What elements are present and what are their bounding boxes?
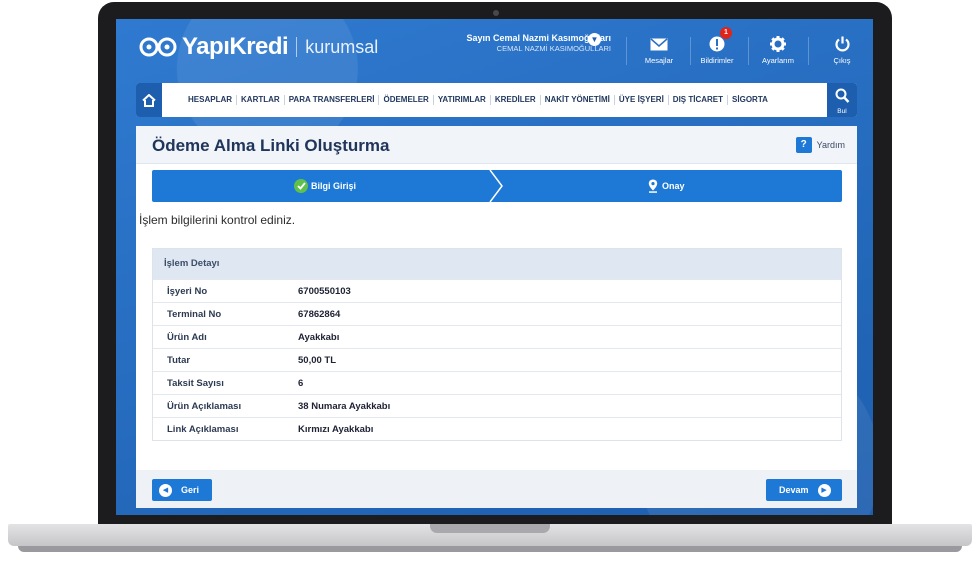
row-value: Kırmızı Ayakkabı [298, 423, 374, 435]
arrow-right-icon: ▶ [817, 483, 831, 497]
help-label: Yardım [816, 140, 845, 150]
arrow-left-icon: ◀ [159, 483, 172, 497]
step-onay: Onay [648, 170, 685, 202]
nav-item-sigorta[interactable]: SİGORTA [728, 95, 772, 105]
nav-item-para-transferleri[interactable]: PARA TRANSFERLERİ [285, 95, 380, 105]
nav-menu: HESAPLAR KARTLAR PARA TRANSFERLERİ ÖDEME… [184, 83, 772, 117]
screen: YapıKredi kurumsal Sayın Cemal Nazmi Kas… [116, 19, 873, 515]
power-icon [834, 36, 850, 52]
header-divider [748, 37, 749, 65]
search-button[interactable]: Bul [827, 83, 857, 117]
brand-logo[interactable]: YapıKredi kurumsal [138, 33, 378, 61]
content-panel: Ödeme Alma Linki Oluşturma ? Yardım Bilg… [136, 126, 857, 508]
row-value: 50,00 TL [298, 354, 337, 366]
user-info[interactable]: Sayın Cemal Nazmi Kasımoğulları CEMAL NA… [446, 33, 611, 53]
main-navigation: HESAPLAR KARTLAR PARA TRANSFERLERİ ÖDEME… [136, 83, 857, 117]
logo-divider [296, 37, 298, 57]
user-company: CEMAL NAZMİ KASIMOĞULLARI [496, 44, 611, 53]
help-button[interactable]: ? Yardım [795, 137, 845, 153]
table-row: Ürün Adı Ayakkabı [153, 325, 841, 348]
yapikredi-logo-icon [139, 37, 177, 57]
continue-button[interactable]: Devam ▶ [766, 479, 842, 501]
messages-button[interactable]: Mesajlar [635, 35, 683, 65]
row-value: Ayakkabı [298, 331, 340, 343]
user-greeting: Sayın Cemal Nazmi Kasımoğulları [466, 33, 611, 43]
home-button[interactable] [136, 83, 162, 117]
nav-item-krediler[interactable]: KREDİLER [491, 95, 541, 105]
table-row: Tutar 50,00 TL [153, 348, 841, 371]
row-label: Ürün Açıklaması [167, 400, 242, 412]
notifications-label: Bildirimler [700, 56, 734, 65]
brand-name: YapıKredi [182, 33, 289, 60]
nav-item-uye-isyeri[interactable]: ÜYE İŞYERİ [615, 95, 669, 105]
check-icon [294, 179, 308, 193]
notifications-button[interactable]: 1 Bildirimler [693, 27, 741, 65]
table-row: Terminal No 67862864 [153, 302, 841, 325]
settings-button[interactable]: Ayarlarım [754, 35, 802, 65]
nav-item-dis-ticaret[interactable]: DIŞ TİCARET [669, 95, 729, 105]
messages-label: Mesajlar [644, 56, 674, 65]
header-divider [808, 37, 809, 65]
row-label: Taksit Sayısı [167, 377, 224, 389]
form-footer: ◀ Geri Devam ▶ [136, 470, 857, 508]
header-divider [626, 37, 627, 65]
laptop-foot [18, 546, 962, 552]
laptop-notch [430, 524, 550, 533]
nav-item-kartlar[interactable]: KARTLAR [237, 95, 285, 105]
logout-label: Çıkış [833, 56, 851, 65]
step-label: Bilgi Girişi [311, 181, 357, 191]
row-label: Terminal No [167, 308, 222, 320]
back-label: Geri [181, 485, 200, 495]
table-row: Ürün Açıklaması 38 Numara Ayakkabı [153, 394, 841, 417]
gear-icon [770, 36, 786, 52]
brand-product: kurumsal [305, 36, 379, 57]
nav-item-hesaplar[interactable]: HESAPLAR [184, 95, 238, 105]
detail-table-header: İşlem Detayı [153, 249, 841, 279]
row-label: Ürün Adı [167, 331, 207, 343]
page-title-bar: Ödeme Alma Linki Oluşturma ? Yardım [136, 126, 857, 164]
row-label: Tutar [167, 354, 191, 366]
row-value: 67862864 [298, 308, 341, 320]
header-divider [690, 37, 691, 65]
logout-button[interactable]: Çıkış [818, 35, 866, 65]
table-row: Taksit Sayısı 6 [153, 371, 841, 394]
envelope-icon [650, 37, 668, 50]
search-icon [835, 88, 849, 103]
row-value: 6 [298, 377, 304, 389]
continue-label: Devam [779, 485, 809, 495]
step-bilgi-girisi: Bilgi Girişi [294, 170, 356, 202]
step-indicator: Bilgi Girişi Onay [152, 170, 842, 202]
chevron-down-icon[interactable]: ▼ [588, 33, 601, 46]
nav-item-yatirimlar[interactable]: YATIRIMLAR [434, 95, 491, 105]
question-icon: ? [795, 137, 812, 153]
notification-count-badge: 1 [720, 27, 732, 39]
webcam [493, 10, 499, 16]
location-pin-icon [648, 179, 658, 193]
page-title: Ödeme Alma Linki Oluşturma [152, 136, 390, 155]
instruction-text: İşlem bilgilerini kontrol ediniz. [139, 213, 296, 227]
search-label: Bul [837, 108, 847, 115]
table-row: İşyeri No 6700550103 [153, 279, 841, 302]
transaction-detail-table: İşlem Detayı İşyeri No 6700550103 Termin… [152, 248, 842, 441]
row-label: Link Açıklaması [167, 423, 239, 435]
step-arrow-divider [489, 170, 503, 202]
row-value: 38 Numara Ayakkabı [298, 400, 391, 412]
back-button[interactable]: ◀ Geri [152, 479, 212, 501]
row-value: 6700550103 [298, 285, 351, 297]
settings-label: Ayarlarım [762, 56, 794, 65]
top-header: YapıKredi kurumsal Sayın Cemal Nazmi Kas… [116, 19, 873, 73]
nav-item-nakit-yonetimi[interactable]: NAKİT YÖNETİMİ [541, 95, 615, 105]
nav-item-odemeler[interactable]: ÖDEMELER [379, 95, 434, 105]
row-label: İşyeri No [167, 285, 208, 297]
step-label: Onay [662, 181, 685, 191]
table-row: Link Açıklaması Kırmızı Ayakkabı [153, 417, 841, 440]
home-icon [142, 93, 156, 107]
